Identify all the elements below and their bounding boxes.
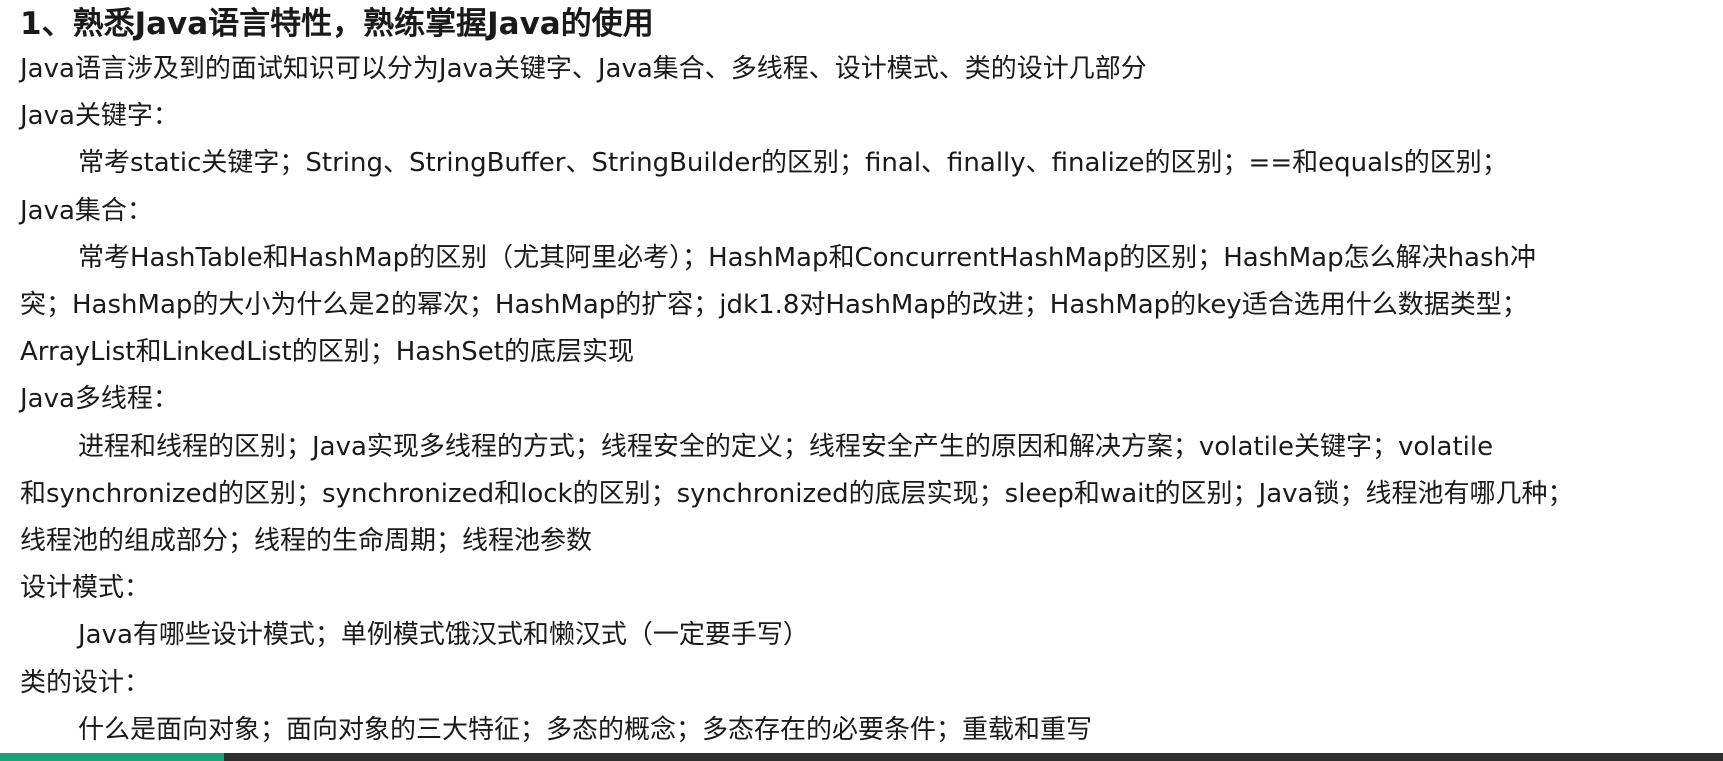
- section-java-collections: Java集合： 常考HashTable和HashMap的区别（尤其阿里必考）；H…: [20, 188, 1710, 377]
- section-line: 线程池的组成部分；线程的生命周期；线程池参数: [20, 526, 593, 557]
- video-progress-fill: [0, 753, 224, 761]
- section-line: 进程和线程的区别；Java实现多线程的方式；线程安全的定义；线程安全产生的原因和…: [78, 431, 1494, 462]
- section-java-keywords: Java关键字： 常考static关键字；String、StringBuffer…: [20, 93, 1710, 187]
- section-design-patterns: 设计模式： Java有哪些设计模式；单例模式饿汉式和懒汉式（一定要手写）: [20, 565, 1710, 659]
- video-progress-bar[interactable]: [0, 753, 1723, 761]
- intro-text: Java语言涉及到的面试知识可以分为Java关键字、Java集合、多线程、设计模…: [20, 54, 1147, 84]
- document-page: 1、熟悉Java语言特性，熟练掌握Java的使用 Java语言涉及到的面试知识可…: [20, 0, 1710, 754]
- section-heading: 类的设计：: [20, 667, 151, 698]
- section-line: 和synchronized的区别；synchronized和lock的区别；sy…: [20, 478, 1574, 509]
- section-heading: Java关键字：: [20, 101, 179, 132]
- section-line: 突；HashMap的大小为什么是2的幂次；HashMap的扩容；jdk1.8对H…: [20, 290, 1528, 321]
- section-line: ArrayList和LinkedList的区别；HashSet的底层实现: [20, 337, 634, 368]
- section-class-design: 类的设计： 什么是面向对象；面向对象的三大特征；多态的概念；多态存在的必要条件；…: [20, 660, 1710, 754]
- section-heading: Java集合：: [20, 195, 153, 226]
- page-title: 1、熟悉Java语言特性，熟练掌握Java的使用: [20, 6, 654, 42]
- section-heading: Java多线程：: [20, 384, 179, 415]
- section-line: 常考static关键字；String、StringBuffer、StringBu…: [78, 148, 1508, 179]
- section-heading: 设计模式：: [20, 573, 151, 604]
- section-line: 什么是面向对象；面向对象的三大特征；多态的概念；多态存在的必要条件；重载和重写: [78, 714, 1093, 745]
- section-line: 常考HashTable和HashMap的区别（尤其阿里必考）；HashMap和C…: [78, 242, 1537, 273]
- section-java-multithreading: Java多线程： 进程和线程的区别；Java实现多线程的方式；线程安全的定义；线…: [20, 376, 1710, 565]
- section-line: Java有哪些设计模式；单例模式饿汉式和懒汉式（一定要手写）: [78, 620, 809, 651]
